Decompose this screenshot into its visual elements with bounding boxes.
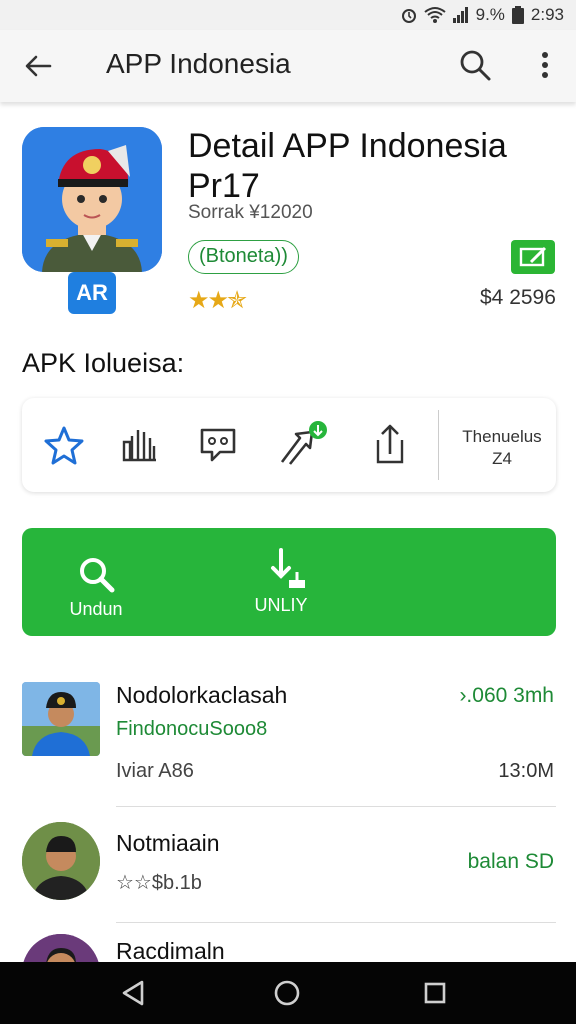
rating-stars: ★★✯ [188, 287, 247, 314]
chat-button[interactable] [196, 420, 240, 468]
circle-home-icon [274, 980, 300, 1006]
alarm-icon [400, 6, 418, 24]
list-item[interactable]: Notmiaain ☆☆$b.1b balan SD [0, 820, 576, 924]
list-item-time: 13:0M [498, 760, 554, 782]
status-bar: 9.% 2:93 [0, 0, 576, 30]
list-item-avatar [22, 822, 100, 900]
more-options-button[interactable] [530, 46, 560, 84]
list-item-subtitle: FindonocuSooo8 [116, 718, 268, 740]
search-icon [80, 558, 115, 593]
person-photo-icon [22, 682, 100, 756]
list-item-avatar [22, 934, 100, 962]
list-item-name: Nodolorkaclasah [116, 682, 288, 708]
signal-text: 9.% [475, 5, 505, 24]
nav-recents-button[interactable] [418, 976, 452, 1010]
list-item-thumbnail [22, 682, 100, 756]
search-button[interactable] [456, 46, 494, 84]
favorite-button[interactable] [42, 420, 86, 468]
action-side-text[interactable]: Thenuelus Z4 [452, 426, 552, 470]
battery-icon [511, 6, 525, 24]
list-item-name: Racdimaln [116, 938, 225, 962]
category-tag[interactable]: (Btoneta)) [188, 240, 299, 274]
more-vert-icon [542, 52, 548, 78]
action-divider [438, 410, 439, 480]
square-recents-icon [424, 982, 446, 1004]
download-button[interactable]: UNLIY [236, 546, 326, 616]
section-title: APK Iolueisa: [22, 348, 185, 378]
back-arrow-icon [25, 55, 52, 77]
search-download-label: Undun [69, 599, 123, 619]
share-button[interactable] [278, 420, 327, 468]
search-download-button[interactable]: Undun [60, 554, 132, 620]
app-bar: APP Indonesia [0, 30, 576, 102]
nav-home-button[interactable] [270, 976, 304, 1010]
upload-button[interactable] [368, 420, 412, 468]
action-card: Thenuelus Z4 [22, 398, 556, 492]
list-item-name: Notmiaain [116, 830, 220, 856]
person-photo-icon [22, 934, 100, 962]
person-photo-icon [22, 822, 100, 900]
soldier-avatar-icon [22, 127, 162, 272]
price-label: $4 2596 [480, 286, 556, 309]
triangle-back-icon [122, 980, 144, 1006]
app-badge: AR [68, 272, 116, 314]
list-divider [116, 806, 556, 807]
system-nav-bar [0, 962, 576, 1024]
app-subtitle: Sorrak ¥12020 [188, 202, 313, 223]
like-button[interactable] [118, 420, 162, 468]
star-icon [44, 426, 84, 465]
list-item-stat: ›.060 3mh [459, 684, 554, 707]
list-item[interactable]: Nodolorkaclasah FindonocuSooo8 Iviar A86… [0, 680, 576, 808]
share-arrow-icon [280, 421, 327, 465]
edit-icon [519, 246, 547, 267]
hand-icon [122, 430, 156, 462]
status-icons: 9.% 2:93 [400, 5, 564, 25]
download-label: UNLIY [254, 595, 308, 615]
list-item-meta: ☆☆$b.1b [116, 872, 202, 894]
nav-back-button[interactable] [116, 976, 150, 1010]
back-button[interactable] [20, 48, 56, 84]
upload-icon [376, 424, 404, 464]
search-icon [460, 50, 491, 81]
app-icon[interactable] [22, 127, 162, 272]
action-side-text-line-1: Thenuelus [462, 427, 542, 446]
list-item-stat: balan SD [467, 850, 554, 873]
list-item-meta: Iviar A86 [116, 760, 194, 782]
app-title: Detail APP Indonesia Pr17 [188, 127, 507, 205]
primary-action-bar: Undun UNLIY [22, 528, 556, 636]
download-icon [271, 548, 305, 588]
list-divider [116, 922, 556, 923]
chat-icon [200, 428, 236, 462]
page-title: APP Indonesia [106, 48, 291, 79]
action-side-text-line-2: Z4 [492, 449, 512, 468]
edit-chip-button[interactable] [511, 240, 555, 274]
list-item[interactable]: Racdimaln [0, 930, 576, 962]
status-time: 2:93 [530, 5, 564, 24]
wifi-icon [423, 6, 446, 24]
signal-icon [452, 6, 470, 24]
